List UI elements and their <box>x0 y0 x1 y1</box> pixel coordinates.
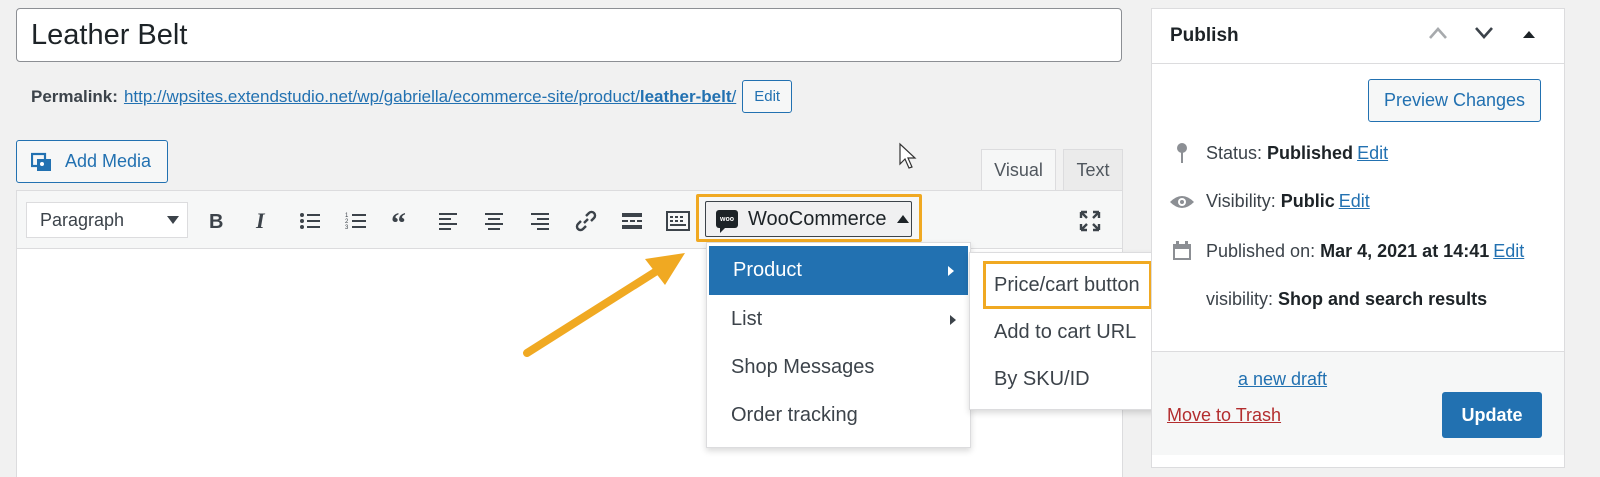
move-to-trash-link[interactable]: Move to Trash <box>1167 405 1281 426</box>
menu-item-list[interactable]: List <box>707 295 970 343</box>
woocommerce-dropdown: Product List Shop Messages Order trackin… <box>706 242 971 448</box>
tab-visual[interactable]: Visual <box>981 149 1056 191</box>
preview-changes-button[interactable]: Preview Changes <box>1368 79 1541 122</box>
toolbar-toggle-icon[interactable] <box>665 208 691 234</box>
permalink: Permalink: http://wpsites.extendstudio.n… <box>31 80 793 113</box>
copy-to-draft-link[interactable]: a new draft <box>1238 369 1327 390</box>
menu-item-label: Shop Messages <box>731 355 875 378</box>
bullet-list-icon[interactable] <box>297 208 323 234</box>
chevron-down-icon <box>167 216 179 224</box>
woocommerce-menu-button[interactable]: woo WooCommerce <box>705 201 912 237</box>
tab-text[interactable]: Text <box>1063 149 1123 191</box>
svg-text:I: I <box>255 211 266 231</box>
format-select-value: Paragraph <box>40 209 125 230</box>
woocommerce-logo-icon: woo <box>716 210 738 233</box>
post-title-box[interactable] <box>16 8 1122 62</box>
link-icon[interactable] <box>573 208 599 234</box>
published-value: Mar 4, 2021 at 14:41 <box>1320 240 1490 261</box>
collapse-toggle-icon[interactable] <box>1522 29 1536 39</box>
catalog-visibility-label: visibility: <box>1206 289 1274 309</box>
catalog-visibility-row: visibility: Shop and search results <box>1168 289 1487 310</box>
chevron-up-icon[interactable] <box>1428 26 1448 40</box>
align-center-icon[interactable] <box>481 208 507 234</box>
publish-title: Publish <box>1170 25 1239 46</box>
permalink-slug: leather-belt <box>639 86 732 106</box>
pin-icon <box>1168 142 1196 164</box>
visibility-edit-link[interactable]: Edit <box>1339 191 1370 212</box>
align-right-icon[interactable] <box>527 208 553 234</box>
annotation-arrow-icon <box>523 253 685 357</box>
menu-item-shop-messages[interactable]: Shop Messages <box>707 343 970 391</box>
blockquote-icon[interactable]: “ <box>389 208 415 234</box>
visibility-value: Public <box>1280 191 1335 211</box>
align-left-icon[interactable] <box>435 208 461 234</box>
permalink-edit-button[interactable]: Edit <box>742 80 793 113</box>
format-select[interactable]: Paragraph <box>26 202 188 238</box>
submenu-arrow-icon <box>948 266 954 276</box>
svg-text:3: 3 <box>345 225 349 231</box>
visibility-label: Visibility: <box>1206 191 1276 211</box>
status-edit-link[interactable]: Edit <box>1357 143 1388 164</box>
permalink-end: / <box>731 86 737 106</box>
menu-item-label: Product <box>733 259 802 281</box>
add-media-button[interactable]: Add Media <box>16 140 168 183</box>
svg-text:“: “ <box>391 211 406 231</box>
menu-item-label: List <box>731 307 763 330</box>
published-label: Published on: <box>1206 240 1316 261</box>
bold-icon[interactable]: B <box>203 208 229 234</box>
publish-box: Publish Preview Changes Status: Publishe… <box>1151 8 1565 468</box>
editor-toolbar: Paragraph B I 123 “ <box>17 191 1122 249</box>
permalink-base: http://wpsites.extendstudio.net/wp/gabri… <box>123 86 640 106</box>
caret-up-icon <box>896 215 909 223</box>
numbered-list-icon[interactable]: 123 <box>343 208 369 234</box>
fullscreen-icon[interactable] <box>1077 208 1103 234</box>
calendar-icon <box>1168 240 1196 262</box>
read-more-icon[interactable] <box>619 208 645 234</box>
published-on-row: Published on: Mar 4, 2021 at 14:41 Edit <box>1168 240 1524 262</box>
add-media-label: Add Media <box>65 151 152 171</box>
update-button[interactable]: Update <box>1442 392 1542 438</box>
svg-text:B: B <box>209 211 223 231</box>
submenu-arrow-icon <box>950 315 956 325</box>
status-value: Published <box>1267 142 1354 163</box>
published-edit-link[interactable]: Edit <box>1493 241 1524 262</box>
catalog-visibility-value: Shop and search results <box>1278 289 1488 309</box>
woocommerce-label: WooCommerce <box>748 207 887 230</box>
menu-item-order-tracking[interactable]: Order tracking <box>707 391 970 439</box>
menu-item-product[interactable]: Product <box>709 246 968 295</box>
post-title-input[interactable] <box>17 9 1121 61</box>
menu-item-label: Order tracking <box>731 403 858 426</box>
italic-icon[interactable]: I <box>249 208 275 234</box>
status-row: Status: Published Edit <box>1168 142 1388 164</box>
permalink-link[interactable]: http://wpsites.extendstudio.net/wp/gabri… <box>124 87 736 107</box>
publish-header: Publish <box>1152 9 1564 64</box>
price-cart-highlight <box>983 261 1152 309</box>
chevron-down-icon[interactable] <box>1474 26 1494 40</box>
mouse-cursor-icon <box>899 142 917 169</box>
media-icon <box>31 152 51 171</box>
permalink-label: Permalink: <box>31 86 118 106</box>
eye-icon <box>1168 194 1196 210</box>
status-label: Status: <box>1206 142 1263 163</box>
visibility-row: Visibility: Public Edit <box>1168 191 1370 212</box>
